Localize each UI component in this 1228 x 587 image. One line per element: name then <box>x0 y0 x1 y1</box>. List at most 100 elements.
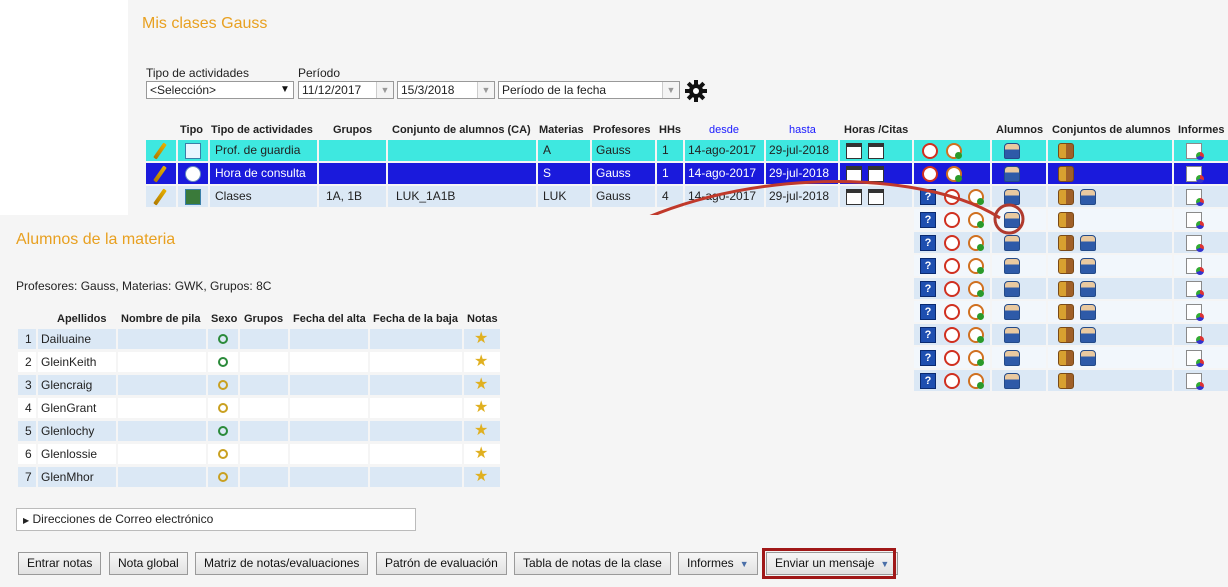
report-icon[interactable] <box>1186 350 1204 367</box>
student-group-icon[interactable] <box>1058 258 1074 274</box>
clock-icon[interactable] <box>944 350 960 366</box>
student-icon[interactable] <box>1080 350 1096 366</box>
enter-grades-button[interactable]: Entrar notas <box>18 552 102 575</box>
grades-cell[interactable]: ★ <box>464 375 500 395</box>
reports-cell[interactable] <box>1174 347 1228 368</box>
pencil-icon[interactable] <box>153 188 167 206</box>
student-group-icon[interactable] <box>1058 350 1074 366</box>
report-icon[interactable] <box>1186 166 1204 183</box>
actions-cell[interactable] <box>914 140 990 161</box>
student-icon[interactable] <box>1080 235 1096 251</box>
student-row[interactable]: 3 Glencraig ★ <box>18 375 500 397</box>
star-icon[interactable]: ★ <box>474 354 488 370</box>
student-group-icon[interactable] <box>1058 304 1074 320</box>
students-cell[interactable] <box>992 140 1046 161</box>
global-grade-button[interactable]: Nota global <box>109 552 188 575</box>
clock-icon[interactable] <box>922 143 938 159</box>
reports-cell[interactable] <box>1174 301 1228 322</box>
student-group-icon[interactable] <box>1058 281 1074 297</box>
period-mode-select[interactable]: Período de la fecha ▼ <box>498 81 680 99</box>
student-sets-cell[interactable] <box>1048 370 1172 391</box>
edit-cell[interactable] <box>146 140 176 161</box>
student-sets-cell[interactable] <box>1048 255 1172 276</box>
student-group-icon[interactable] <box>1058 235 1074 251</box>
actions-cell[interactable]: ? <box>914 370 990 391</box>
col-header-profesores[interactable]: Profesores <box>593 124 650 136</box>
student-group-icon[interactable] <box>1058 327 1074 343</box>
pencil-icon[interactable] <box>153 165 167 183</box>
reports-cell[interactable] <box>1174 370 1228 391</box>
table-row[interactable]: ? <box>914 347 1228 369</box>
col-header-hhs[interactable]: HHs <box>659 124 681 136</box>
grades-cell[interactable]: ★ <box>464 352 500 372</box>
star-icon[interactable]: ★ <box>474 469 488 485</box>
chevron-down-icon[interactable]: ▼ <box>477 82 494 98</box>
students-cell[interactable] <box>992 324 1046 345</box>
student-icon[interactable] <box>1080 281 1096 297</box>
student-icon[interactable] <box>1004 350 1020 366</box>
calendar-icon[interactable] <box>868 143 884 159</box>
reports-cell[interactable] <box>1174 324 1228 345</box>
emails-expander[interactable]: ▶ Direcciones de Correo electrónico <box>16 508 416 531</box>
table-row[interactable]: Prof. de guardia A Gauss 1 14-ago-2017 2… <box>146 140 1228 162</box>
reports-cell[interactable] <box>1174 278 1228 299</box>
student-row[interactable]: 1 Dailuaine ★ <box>18 329 500 351</box>
grades-cell[interactable]: ★ <box>464 444 500 464</box>
col-header-informes[interactable]: Informes <box>1178 124 1224 136</box>
grades-matrix-button[interactable]: Matriz de notas/evaluaciones <box>195 552 369 575</box>
edit-cell[interactable] <box>146 186 176 207</box>
help-icon[interactable]: ? <box>920 327 936 343</box>
col-header-nombre[interactable]: Nombre de pila <box>121 313 200 325</box>
col-header-grupos[interactable]: Grupos <box>244 313 283 325</box>
col-header-alta[interactable]: Fecha del alta <box>293 313 366 325</box>
date-to-input[interactable]: 15/3/2018 ▼ <box>397 81 495 99</box>
reports-cell[interactable] <box>1174 186 1228 207</box>
date-from-input[interactable]: 11/12/2017 ▼ <box>298 81 394 99</box>
help-icon[interactable]: ? <box>920 373 936 389</box>
student-sets-cell[interactable] <box>1048 163 1172 184</box>
grades-cell[interactable]: ★ <box>464 421 500 441</box>
reports-cell[interactable] <box>1174 163 1228 184</box>
col-header-conjuntos[interactable]: Conjuntos de alumnos <box>1052 124 1171 136</box>
hours-cell[interactable] <box>840 140 912 161</box>
reports-cell[interactable] <box>1174 232 1228 253</box>
gear-icon[interactable] <box>684 79 708 103</box>
activity-type-select[interactable]: <Selección> ▼ <box>146 81 294 99</box>
clock-icon[interactable] <box>944 327 960 343</box>
report-icon[interactable] <box>1186 143 1204 160</box>
report-icon[interactable] <box>1186 373 1204 390</box>
student-row[interactable]: 4 GlenGrant ★ <box>18 398 500 420</box>
star-icon[interactable]: ★ <box>474 400 488 416</box>
student-icon[interactable] <box>1080 258 1096 274</box>
col-header-grupos[interactable]: Grupos <box>333 124 372 136</box>
student-icon[interactable] <box>1080 189 1096 205</box>
student-sets-cell[interactable] <box>1048 186 1172 207</box>
table-row[interactable]: ? <box>914 370 1228 392</box>
student-row[interactable]: 5 Glenlochy ★ <box>18 421 500 443</box>
student-icon[interactable] <box>1080 304 1096 320</box>
student-sets-cell[interactable] <box>1048 232 1172 253</box>
col-header-sexo[interactable]: Sexo <box>211 313 237 325</box>
student-sets-cell[interactable] <box>1048 347 1172 368</box>
student-group-icon[interactable] <box>1058 212 1074 228</box>
col-header-horas[interactable]: Horas /Citas <box>844 124 908 136</box>
students-cell[interactable] <box>992 370 1046 391</box>
actions-cell[interactable]: ? <box>914 324 990 345</box>
student-group-icon[interactable] <box>1058 166 1074 182</box>
report-icon[interactable] <box>1186 212 1204 229</box>
col-header-tipo[interactable]: Tipo <box>180 124 203 136</box>
help-icon[interactable]: ? <box>920 350 936 366</box>
student-sets-cell[interactable] <box>1048 324 1172 345</box>
calendar-icon[interactable] <box>846 143 862 159</box>
student-row[interactable]: 7 GlenMhor ★ <box>18 467 500 489</box>
evaluation-pattern-button[interactable]: Patrón de evaluación <box>376 552 507 575</box>
clock-add-icon[interactable] <box>968 373 984 389</box>
col-header-baja[interactable]: Fecha de la baja <box>373 313 458 325</box>
student-group-icon[interactable] <box>1058 189 1074 205</box>
report-icon[interactable] <box>1186 235 1204 252</box>
student-sets-cell[interactable] <box>1048 301 1172 322</box>
col-header-conjunto[interactable]: Conjunto de alumnos (CA) <box>392 124 531 136</box>
reports-cell[interactable] <box>1174 140 1228 161</box>
col-header-tipo-actividades[interactable]: Tipo de actividades <box>211 124 313 136</box>
reports-cell[interactable] <box>1174 209 1228 230</box>
